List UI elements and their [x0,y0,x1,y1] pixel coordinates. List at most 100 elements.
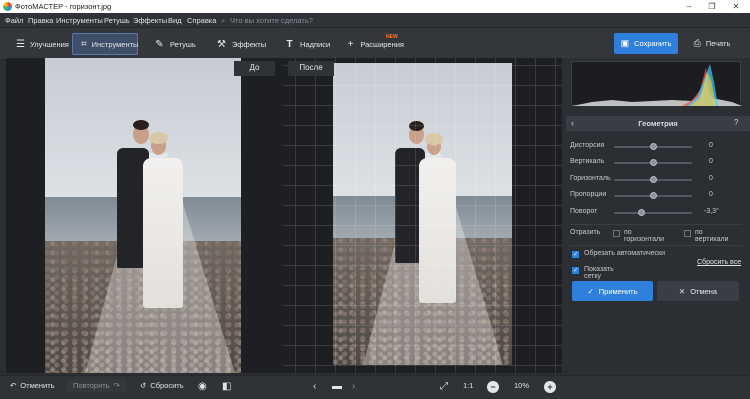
help-button[interactable]: ? [734,118,738,127]
slider-value: 0 [709,191,713,198]
slider-label: Вертикаль [570,158,605,165]
zoom-in-button[interactable]: + [544,381,556,393]
cancel-button[interactable]: ✕ Отмена [657,281,739,301]
after-label: После [288,61,334,76]
menu-retouch[interactable]: Ретушь [104,16,130,25]
redo-button[interactable]: Повторить ↷ [67,379,126,392]
flip-horizontal-checkbox[interactable] [613,230,620,237]
close-icon: ✕ [678,286,686,296]
slider-row-proportions: Пропорции 0 [570,191,713,201]
slider-knob[interactable] [649,176,657,183]
save-button[interactable]: ▣ Сохранить [614,33,678,54]
menu-edit[interactable]: Правка [28,16,53,25]
flip-row: Отразить по горизонтали по вертикали [570,229,729,243]
printer-icon: ⎙ [693,38,701,48]
title-bar: ФотоМАСТЕР - горизонт.jpg – ❐ ✕ [0,0,750,13]
menu-tools[interactable]: Инструменты [56,16,103,25]
slider-knob[interactable] [649,143,657,150]
slider-knob[interactable] [649,159,657,166]
undo-label: Отменить [20,381,55,390]
flip-vertical-checkbox[interactable] [684,230,691,237]
slider-track[interactable] [614,212,692,214]
tab-retouch[interactable]: ✎ Ретушь [146,33,204,55]
slider-value: 0 [709,175,713,182]
apply-button[interactable]: ✓ Применить [572,281,653,301]
tab-label: Надписи [300,39,331,49]
plus-circle-icon: + [544,381,556,393]
crop-icon: ⌗ [81,38,87,50]
slider-row-distortion: Дисторсия 0 [570,142,713,152]
showgrid-label: Показать сетку [584,266,614,280]
histogram-graph [572,64,742,106]
undo-button[interactable]: ↶ Отменить [10,381,55,390]
reset-icon: ↺ [140,381,147,390]
menu-file[interactable]: Файл [5,16,23,25]
eye-icon[interactable]: ◉ [198,381,207,392]
slider-value: 0 [709,142,713,149]
tab-label: Инструменты [91,39,139,49]
flip-vertical-label: по вертикали [695,229,729,243]
slider-label: Горизонталь [570,175,611,182]
slider-knob[interactable] [649,192,657,199]
slider-label: Поворот [570,208,598,215]
slider-label: Дисторсия [570,142,605,149]
slider-row-rotation: Поворот -3,3° [570,208,719,218]
menu-view[interactable]: Вид [168,16,182,25]
zoom-value: 10% [514,381,530,390]
print-button[interactable]: ⎙ Печать [682,33,742,54]
window-title: ФотоМАСТЕР - горизонт.jpg [15,2,112,11]
brush-icon: ✎ [155,38,164,50]
folder-icon[interactable]: ▬ [332,381,342,392]
undo-icon: ↶ [10,381,17,390]
close-button[interactable]: ✕ [724,1,748,12]
slider-value: 0 [709,158,713,165]
search-input[interactable]: Что вы хотите сделать? [230,16,313,25]
text-icon: T [286,38,293,50]
search-icon: ⌕ [221,16,226,25]
autocrop-checkbox[interactable]: ✓ [572,251,579,258]
reset-all-link[interactable]: Сбросить все [697,259,741,269]
divider [570,224,742,225]
tab-label: Ретушь [170,39,196,49]
sliders-icon: ☰ [16,38,25,50]
before-label: До [234,61,275,76]
before-photo [45,58,241,373]
next-icon[interactable]: › [352,381,355,392]
maximize-button[interactable]: ❐ [700,1,724,12]
reset-label: Сбросить [150,381,184,390]
check-icon: ✓ [587,286,594,296]
slider-row-horizontal: Горизонталь 0 [570,175,713,185]
flip-horizontal-label: по горизонтали [624,229,665,243]
tab-text[interactable]: T Надписи [276,33,334,55]
showgrid-checkbox[interactable]: ✓ [572,267,579,274]
tab-effects[interactable]: ⚒ Эффекты [208,33,270,55]
compare-icon[interactable]: ◧ [222,381,231,392]
fit-screen-icon[interactable]: ⤢ [440,381,448,392]
cancel-label: Отмена [690,286,718,296]
panel-title: Геометрия [638,119,678,128]
grid-overlay [283,58,562,373]
prev-icon[interactable]: ‹ [313,381,316,392]
reset-button[interactable]: ↺ Сбросить [140,381,184,390]
app-logo-icon [3,2,12,11]
flip-label: Отразить [570,229,601,236]
print-label: Печать [705,39,731,48]
zoom-out-button[interactable]: − [487,381,499,393]
plus-icon: + [347,38,354,50]
slider-knob[interactable] [637,209,645,216]
tab-tools[interactable]: ⌗ Инструменты [72,33,138,55]
wand-icon: ⚒ [217,38,226,50]
autocrop-label: Обрезать автоматически [584,250,665,257]
menu-effects[interactable]: Эффекты [133,16,167,25]
one-to-one-button[interactable]: 1:1 [463,381,473,390]
slider-value: -3,3° [704,208,719,215]
tab-label: Эффекты [232,39,267,49]
save-label: Сохранить [634,39,672,48]
minimize-button[interactable]: – [677,1,701,12]
redo-label: Повторить [73,381,110,390]
tab-enhance[interactable]: ☰ Улучшения [8,33,69,55]
new-badge: NEW [386,34,398,40]
menu-help[interactable]: Справка [187,16,216,25]
apply-label: Применить [598,286,638,296]
floppy-icon: ▣ [620,38,630,48]
